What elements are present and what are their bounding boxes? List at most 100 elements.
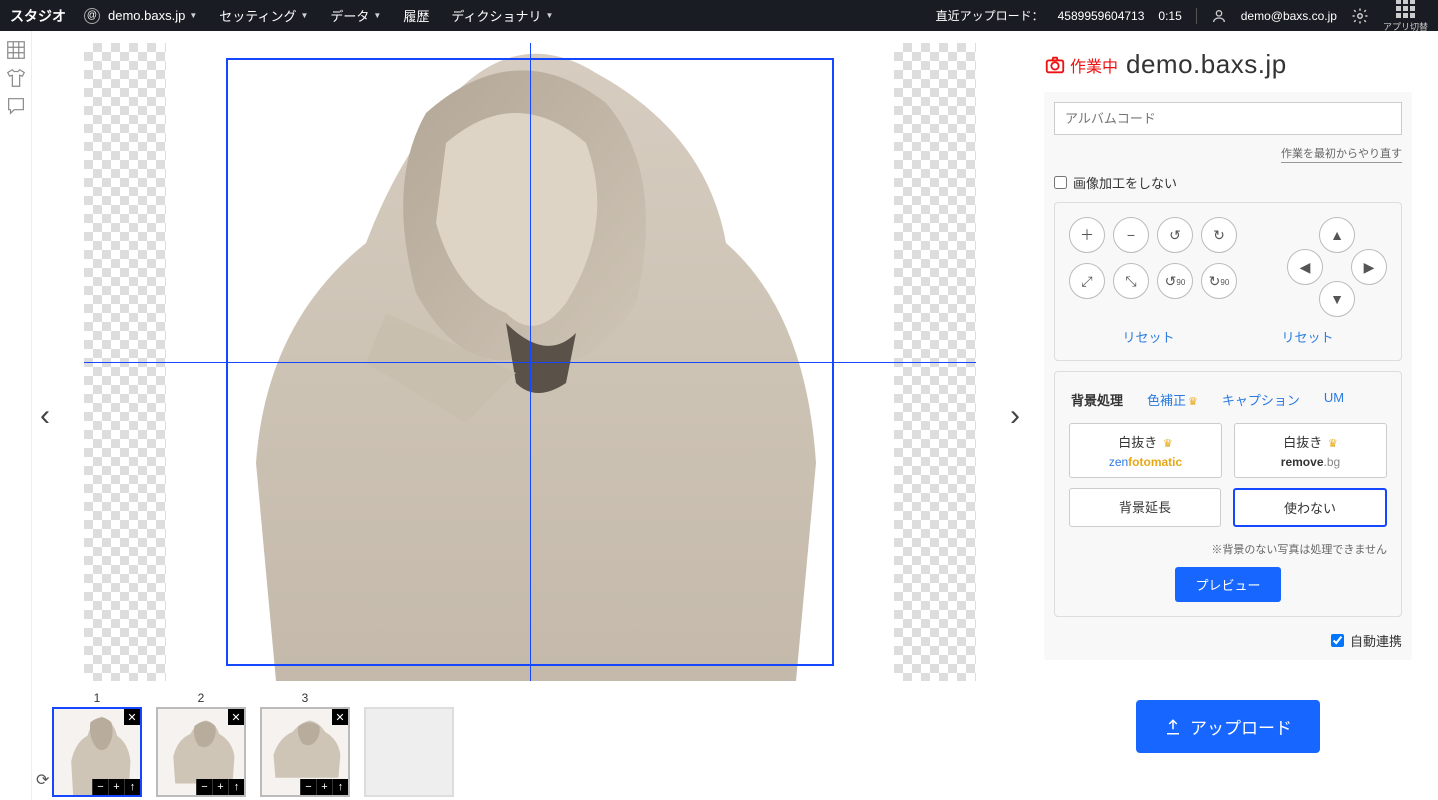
thumb-zoom-out-icon[interactable]: − (300, 779, 316, 795)
zoom-rotate-grid: ＋ − ↺ ↻ ⤢ ⤡ ↺90 ↻90 (1069, 217, 1237, 317)
bg-note: ※背景のない写真は処理できません (1069, 541, 1387, 557)
caret-icon: ▼ (300, 11, 308, 20)
thumbnail-3[interactable]: ✕ −+↑ (260, 707, 350, 797)
thumb-zoom-out-icon[interactable]: − (92, 779, 108, 795)
tab-caption[interactable]: キャプション (1220, 386, 1302, 413)
refresh-button[interactable]: ⟳ (36, 770, 49, 790)
dictionary-menu[interactable]: ディクショナリ ▼ (451, 6, 553, 25)
bg-opt-none[interactable]: 使わない (1233, 488, 1387, 527)
remove-thumb-icon[interactable]: ✕ (228, 709, 244, 725)
image-stage[interactable] (84, 43, 976, 681)
no-process-label: 画像加工をしない (1073, 173, 1177, 192)
recent-id[interactable]: 4589959604713 (1058, 9, 1145, 23)
thumbnail-empty[interactable] (364, 707, 454, 797)
autolink-checkbox[interactable]: 自動連携 (1054, 631, 1402, 650)
service-zenfotomatic: zenfotomatic (1078, 455, 1213, 469)
rotate-cw-button[interactable]: ↻ (1201, 217, 1237, 253)
processing-tabs: 背景処理 色補正♛ キャプション UM (1069, 386, 1387, 413)
menu-label: セッティング (219, 6, 296, 25)
shirt-icon[interactable] (5, 67, 27, 89)
user-icon (1211, 8, 1227, 24)
menu-label: 履歴 (403, 6, 429, 25)
thumb-zoom-in-icon[interactable]: + (108, 779, 124, 795)
main: ‹ › (0, 31, 1438, 800)
rotate-ccw-90-button[interactable]: ↺90 (1157, 263, 1193, 299)
reset-zoom-link[interactable]: リセット (1122, 327, 1174, 346)
pan-right-button[interactable]: ▶ (1351, 249, 1387, 285)
right-panel: 作業中 demo.baxs.jp 作業を最初からやり直す 画像加工をしない ＋ … (1028, 31, 1438, 800)
thumb-number (407, 691, 410, 705)
pan-down-button[interactable]: ▼ (1319, 281, 1355, 317)
menu-label: ディクショナリ (451, 6, 541, 25)
prev-button[interactable]: ‹ (40, 399, 50, 433)
bg-opt-removebg[interactable]: 白抜き ♛ remove.bg (1234, 423, 1387, 478)
left-rail (0, 31, 32, 800)
shrink-button[interactable]: ⤡ (1113, 263, 1149, 299)
rotate-cw-90-button[interactable]: ↻90 (1201, 263, 1237, 299)
panel-body: 作業を最初からやり直す 画像加工をしない ＋ − ↺ ↻ ⤢ (1044, 92, 1412, 660)
autolink-label: 自動連携 (1350, 631, 1402, 650)
bg-opt-zenfotomatic[interactable]: 白抜き ♛ zenfotomatic (1069, 423, 1222, 478)
separator (1196, 8, 1197, 24)
domain-label: demo.baxs.jp (108, 8, 185, 23)
history-menu[interactable]: 履歴 (403, 6, 429, 25)
thumbnail-1[interactable]: ✕ −+↑ (52, 707, 142, 797)
comment-icon[interactable] (5, 95, 27, 117)
thumb-number: 1 (94, 691, 101, 705)
panel-domain: demo.baxs.jp (1126, 49, 1287, 80)
crown-icon: ♛ (1328, 438, 1338, 450)
no-process-checkbox[interactable]: 画像加工をしない (1054, 173, 1402, 192)
at-icon: @ (84, 8, 100, 24)
settings-menu[interactable]: セッティング ▼ (219, 6, 308, 25)
top-right: 直近アップロード： 4589959604713 0:15 demo@baxs.c… (936, 0, 1428, 33)
upload-button[interactable]: アップロード (1136, 700, 1320, 753)
dpad: ▲ ▼ ◀ ▶ (1287, 217, 1387, 317)
no-process-input[interactable] (1054, 176, 1067, 189)
service-removebg: remove.bg (1243, 455, 1378, 469)
pan-left-button[interactable]: ◀ (1287, 249, 1323, 285)
thumb-up-icon[interactable]: ↑ (124, 779, 140, 795)
upload-icon (1164, 718, 1182, 736)
thumbnail-2[interactable]: ✕ −+↑ (156, 707, 246, 797)
restart-link[interactable]: 作業を最初からやり直す (1281, 145, 1402, 163)
upload-label: アップロード (1190, 714, 1292, 739)
thumbnail-strip: ⟳ 1 ✕ −+↑ 2 ✕ −+↑ 3 ✕ (52, 691, 454, 797)
thumb-number: 3 (302, 691, 309, 705)
tab-color[interactable]: 色補正♛ (1145, 386, 1200, 413)
zoom-out-button[interactable]: − (1113, 217, 1149, 253)
user-email[interactable]: demo@baxs.co.jp (1241, 9, 1337, 23)
transform-card: ＋ − ↺ ↻ ⤢ ⤡ ↺90 ↻90 ▲ (1054, 202, 1402, 361)
crown-icon: ♛ (1163, 438, 1173, 450)
preview-button[interactable]: プレビュー (1175, 567, 1280, 602)
remove-thumb-icon[interactable]: ✕ (124, 709, 140, 725)
caret-icon: ▼ (545, 11, 553, 20)
thumb-zoom-in-icon[interactable]: + (316, 779, 332, 795)
domain-menu[interactable]: @ demo.baxs.jp ▼ (84, 8, 197, 24)
tab-bg[interactable]: 背景処理 (1069, 386, 1125, 413)
tab-um[interactable]: UM (1322, 386, 1346, 413)
reset-pan-link[interactable]: リセット (1281, 327, 1333, 346)
thumb-zoom-out-icon[interactable]: − (196, 779, 212, 795)
data-menu[interactable]: データ▼ (330, 6, 381, 25)
menu-label: データ (330, 6, 369, 25)
apps-grid-icon (1396, 0, 1415, 18)
album-code-input[interactable] (1054, 102, 1402, 135)
bg-opt-extend[interactable]: 背景延長 (1069, 488, 1221, 527)
camera-icon (1044, 54, 1066, 76)
canvas-area: ‹ › (32, 31, 1028, 800)
gear-icon[interactable] (1351, 7, 1369, 25)
thumb-zoom-in-icon[interactable]: + (212, 779, 228, 795)
caret-icon: ▼ (189, 11, 197, 20)
thumb-up-icon[interactable]: ↑ (228, 779, 244, 795)
remove-thumb-icon[interactable]: ✕ (332, 709, 348, 725)
pan-up-button[interactable]: ▲ (1319, 217, 1355, 253)
thumb-up-icon[interactable]: ↑ (332, 779, 348, 795)
autolink-input[interactable] (1331, 634, 1344, 647)
grid-icon[interactable] (5, 39, 27, 61)
next-button[interactable]: › (1010, 399, 1020, 433)
working-status: 作業中 (1044, 53, 1118, 77)
rotate-ccw-button[interactable]: ↺ (1157, 217, 1193, 253)
apps-switcher[interactable]: アプリ切替 (1383, 0, 1428, 33)
expand-button[interactable]: ⤢ (1069, 263, 1105, 299)
zoom-in-button[interactable]: ＋ (1069, 217, 1105, 253)
